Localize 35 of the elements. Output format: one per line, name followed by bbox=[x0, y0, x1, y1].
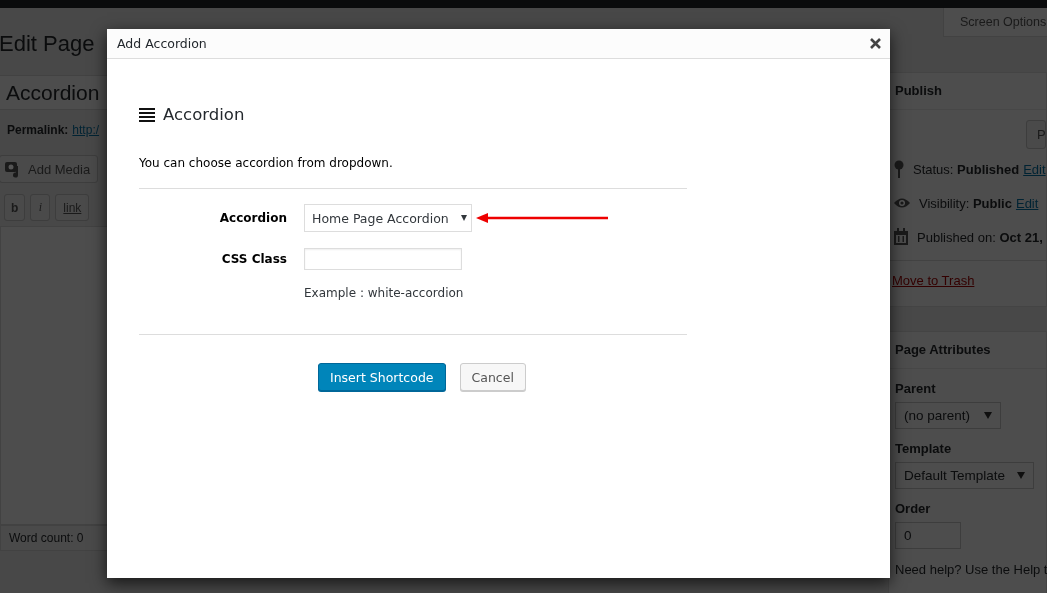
dropdown-arrow-icon bbox=[984, 412, 992, 419]
eye-icon bbox=[893, 197, 911, 209]
field-label: Parent bbox=[894, 380, 937, 398]
help-text: Need help? Use the Help t bbox=[894, 561, 1046, 577]
close-button[interactable] bbox=[870, 38, 881, 49]
dialog-heading: Accordion bbox=[163, 105, 245, 124]
css-class-field[interactable] bbox=[304, 248, 462, 270]
select-field[interactable]: Default Template bbox=[895, 462, 1035, 489]
pin-icon bbox=[893, 160, 905, 178]
select-field[interactable]: (no parent) bbox=[895, 402, 1001, 429]
field-label: Accordion bbox=[218, 211, 287, 225]
insert-shortcode-button[interactable]: Insert Shortcode bbox=[318, 363, 446, 391]
order-field[interactable]: 0 bbox=[895, 522, 961, 549]
close-icon bbox=[870, 38, 881, 49]
permalink-label: Permalink: bbox=[7, 123, 69, 137]
description-text: You can choose accordion from dropdown. bbox=[139, 124, 687, 189]
example-text: Example : white-accordion bbox=[304, 286, 464, 300]
permalink-link[interactable]: http:/ bbox=[72, 123, 100, 137]
edit-link[interactable]: Edit bbox=[1015, 195, 1039, 211]
dropdown-arrow-icon bbox=[460, 215, 467, 221]
edit-link[interactable]: Edit bbox=[1023, 161, 1046, 177]
publish-status-text: Visibility: Public bbox=[919, 195, 1012, 211]
dropdown-arrow-icon bbox=[1017, 472, 1026, 479]
list-icon bbox=[139, 107, 155, 122]
field-label: Order bbox=[894, 500, 932, 518]
cancel-button[interactable]: Cancel bbox=[459, 363, 526, 391]
field-label: CSS Class bbox=[220, 252, 287, 266]
publish-status-text: Status: Published bbox=[913, 161, 1020, 177]
dialog-title: Add Accordion bbox=[117, 36, 207, 51]
accordion-select[interactable]: Home Page Accordion bbox=[304, 204, 472, 232]
publish-status-text: Published on: Oct 21, bbox=[917, 229, 1043, 245]
field-label: Template bbox=[894, 440, 953, 458]
calendar-icon bbox=[893, 228, 909, 246]
move-to-trash-link[interactable]: Move to Trash bbox=[892, 273, 975, 288]
page-heading: Edit Page bbox=[0, 31, 95, 56]
